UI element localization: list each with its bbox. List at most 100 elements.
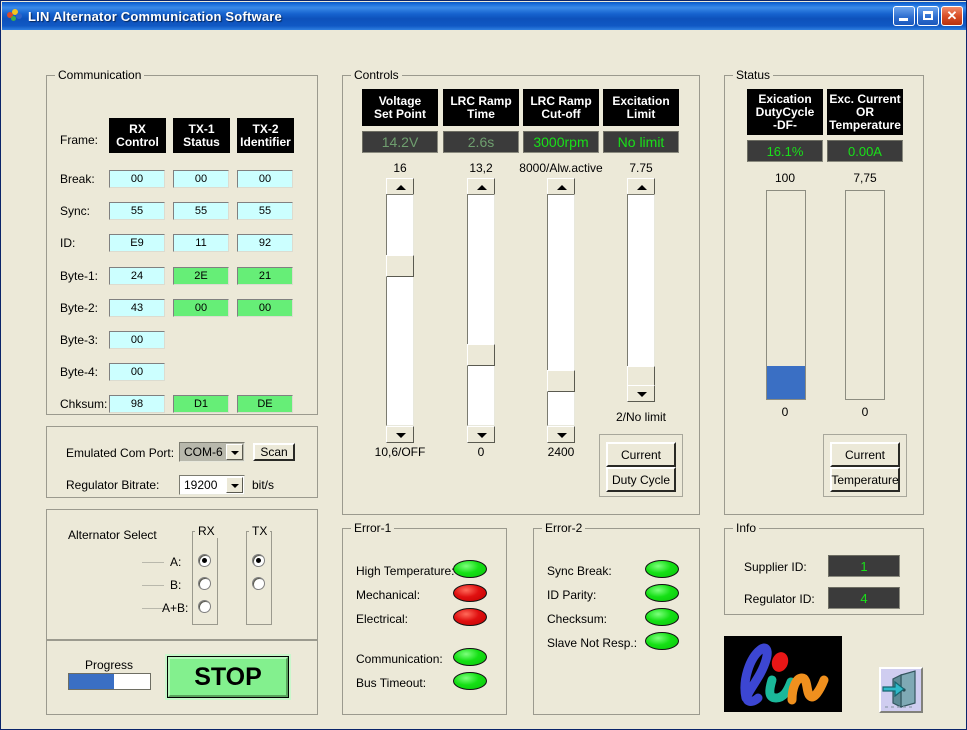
cell-id-rx[interactable]: E9 [109,234,165,252]
control-caption-lrc-ramp-time[interactable]: LRC Ramp Time [443,89,519,126]
exit-door-icon[interactable] [879,667,923,713]
radio-tx-b[interactable] [252,577,265,590]
slider-thumb[interactable] [386,255,414,277]
divider [142,562,164,563]
cell-byte2-tx2[interactable]: 00 [237,299,293,317]
slider-thumb[interactable] [467,344,495,366]
divider [142,608,164,609]
slider-thumb[interactable] [547,370,575,392]
controls-mode-duty-cycle-button[interactable]: Duty Cycle [606,467,676,492]
cell-byte1-tx2[interactable]: 21 [237,267,293,285]
radio-tx-a[interactable] [252,554,265,567]
column-header-rx-control[interactable]: RX Control [109,118,166,153]
maximize-button[interactable] [917,6,939,26]
caption-line2: Set Point [373,106,426,121]
minimize-button[interactable] [893,6,915,26]
slider-track[interactable] [386,194,414,426]
error2-label-id-parity: ID Parity: [547,588,597,602]
com-port-label: Emulated Com Port: [66,446,175,460]
error2-label-checksum: Checksum: [547,612,608,626]
control-caption-voltage-set-point[interactable]: Voltage Set Point [362,89,438,126]
cell-id-tx2[interactable]: 92 [237,234,293,252]
caption-line1: Exication [758,91,812,106]
chevron-down-icon[interactable] [226,444,243,460]
cell-sync-rx[interactable]: 55 [109,202,165,220]
control-caption-lrc-ramp-cutoff[interactable]: LRC Ramp Cut-off [523,89,599,126]
cell-byte3-rx[interactable]: 00 [109,331,165,349]
status-caption-exc-current-or-temperature[interactable]: Exc. Current OR Temperature [827,89,903,135]
voltage-slider-bottom-label: 10,6/OFF [374,445,426,459]
cell-byte4-rx[interactable]: 00 [109,363,165,381]
lrc-ramp-time-value: 2.6s [443,131,519,153]
column-header-tx1-status[interactable]: TX-1 Status [173,118,230,153]
cell-break-rx[interactable]: 00 [109,170,165,188]
cell-sync-tx1[interactable]: 55 [173,202,229,220]
row-label-byte1: Byte-1: [60,269,99,283]
cell-chksum-rx[interactable]: 98 [109,395,165,413]
cell-chksum-tx2[interactable]: DE [237,395,293,413]
cell-chksum-tx1[interactable]: D1 [173,395,229,413]
bitrate-select[interactable]: 19200 [179,475,245,495]
radio-rx-ab[interactable] [198,600,211,613]
exc-current-temperature-gauge [845,190,885,400]
cell-break-tx1[interactable]: 00 [173,170,229,188]
scan-button[interactable]: Scan [253,443,295,461]
supplier-id-label: Supplier ID: [744,560,807,574]
controls-mode-current-button[interactable]: Current [606,442,676,467]
caption-line2: OR [856,104,874,119]
error1-led-electrical [453,608,487,626]
slider-up-arrow-icon[interactable] [547,178,575,195]
status-mode-temperature-button[interactable]: Temperature [830,467,900,492]
slider-down-arrow-icon[interactable] [467,426,495,443]
lrc-ramp-cutoff-value: 3000rpm [523,131,599,153]
cell-byte1-rx[interactable]: 24 [109,267,165,285]
error2-led-id-parity [645,584,679,602]
communication-panel-title: Communication [55,68,145,82]
gauge-fill [767,365,805,399]
control-caption-excitation-limit[interactable]: Excitation Limit [603,89,679,126]
cell-byte1-tx1[interactable]: 2E [173,267,229,285]
status-mode-current-button[interactable]: Current [830,442,900,467]
error2-label-slave-not-resp: Slave Not Resp.: [547,636,638,650]
title-bar: LIN Alternator Communication Software ✕ [2,2,966,30]
close-button[interactable]: ✕ [941,6,963,26]
row-label-break: Break: [60,172,95,186]
error1-label-bus-timeout: Bus Timeout: [356,676,427,690]
radio-rx-a[interactable] [198,554,211,567]
bitrate-label: Regulator Bitrate: [66,478,160,492]
status-caption-excitation-duty-cycle[interactable]: Exication DutyCycle -DF- [747,89,823,135]
bitrate-unit: bit/s [252,478,275,492]
row-label-chksum: Chksum: [60,397,108,411]
column-header-tx2-identifier[interactable]: TX-2 Identifier [237,118,294,153]
cell-id-tx1[interactable]: 11 [173,234,229,252]
cell-byte2-rx[interactable]: 43 [109,299,165,317]
lin-logo [724,636,842,712]
slider-track[interactable] [467,194,495,426]
client-area: Communication Frame: RX Control TX-1 Sta… [2,30,966,729]
caption-line3: Temperature [829,117,901,132]
com-port-value: COM-6 [184,445,223,459]
window-title: LIN Alternator Communication Software [28,8,282,24]
regulator-id-label: Regulator ID: [744,592,815,606]
application-window: LIN Alternator Communication Software ✕ … [0,0,967,730]
cell-break-tx2[interactable]: 00 [237,170,293,188]
chevron-down-icon[interactable] [226,477,243,493]
caption-line3: -DF- [773,117,797,132]
slider-up-arrow-icon[interactable] [627,178,655,195]
caption-line2: Limit [626,106,656,121]
slider-down-arrow-icon[interactable] [627,385,655,402]
slider-track[interactable] [627,194,655,370]
slider-down-arrow-icon[interactable] [547,426,575,443]
caption-line2: Time [467,106,495,121]
com-port-select[interactable]: COM-6 [179,442,245,462]
slider-up-arrow-icon[interactable] [467,178,495,195]
alternator-select-label: Alternator Select [68,528,157,542]
cell-sync-tx2[interactable]: 55 [237,202,293,220]
tx-group-title: TX [249,524,271,538]
stop-button[interactable]: STOP [167,656,289,698]
col-tx1-line2: Status [183,134,220,149]
slider-down-arrow-icon[interactable] [386,426,414,443]
cell-byte2-tx1[interactable]: 00 [173,299,229,317]
radio-rx-b[interactable] [198,577,211,590]
slider-up-arrow-icon[interactable] [386,178,414,195]
